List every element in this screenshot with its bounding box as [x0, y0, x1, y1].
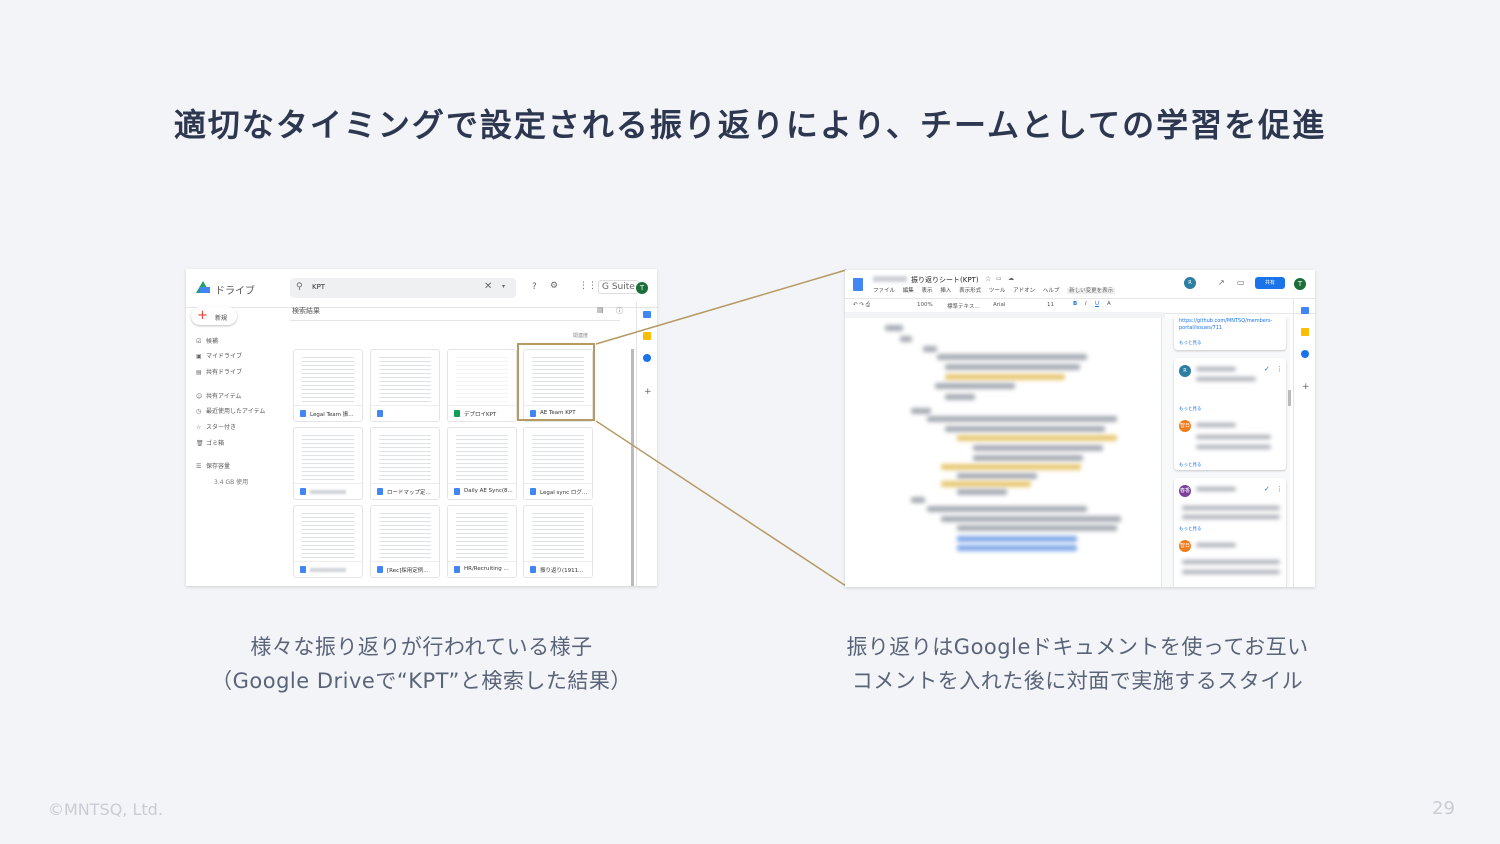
- collaborator-avatar[interactable]: R: [1184, 277, 1196, 289]
- more-link[interactable]: もっと見る: [1179, 526, 1202, 532]
- connector-line-bottom: [595, 420, 847, 587]
- bold-icon[interactable]: B: [1073, 301, 1077, 307]
- font-select[interactable]: Arial: [993, 302, 1005, 308]
- menu-addons[interactable]: アドオン: [1013, 288, 1035, 294]
- menu-help[interactable]: ヘルプ: [1043, 288, 1060, 294]
- blurred-prefix: [873, 276, 907, 282]
- menu-tools[interactable]: ツール: [989, 288, 1006, 294]
- star-icon[interactable]: ☆: [985, 275, 991, 283]
- caption-left: 様々な振り返りが行われている様子 （Google Driveで“KPT”と検索し…: [186, 630, 657, 698]
- text-color-icon[interactable]: A: [1107, 301, 1111, 307]
- menu-format[interactable]: 表示形式: [959, 288, 981, 294]
- avatar: 智日: [1179, 540, 1191, 552]
- caption-right-line2: コメントを入れた後に対面で実施するスタイル: [851, 669, 1304, 693]
- comment-card[interactable]: https://github.com/MNTSQ/members-portal/…: [1174, 316, 1286, 350]
- comment-link[interactable]: https://github.com/MNTSQ/members-portal/…: [1179, 318, 1283, 332]
- comment-thread[interactable]: R ✓ ⋮ もっと見る 智日 もっと見る: [1174, 358, 1286, 470]
- scrollbar[interactable]: [1288, 390, 1291, 406]
- cloud-icon: ☁: [1008, 275, 1014, 282]
- style-select[interactable]: 標準テキス...: [947, 302, 980, 310]
- avatar[interactable]: T: [1294, 278, 1306, 290]
- copyright: ©MNTSQ, Ltd.: [48, 800, 163, 819]
- menu-view[interactable]: 表示: [922, 288, 933, 294]
- last-edit-link[interactable]: 新しい変更を表示: [1067, 288, 1116, 294]
- menu-bar: ファイル 編集 表示 挿入 表示形式 ツール アドオン ヘルプ 新しい変更を表示: [873, 286, 1121, 294]
- comments-pane: https://github.com/MNTSQ/members-portal/…: [1161, 316, 1290, 587]
- keep-icon[interactable]: [1301, 328, 1309, 336]
- menu-insert[interactable]: 挿入: [940, 288, 951, 294]
- comment-thread[interactable]: 春香 ✓ ⋮ もっと見る 智日: [1174, 478, 1286, 587]
- caption-left-line2: （Google Driveで“KPT”と検索した結果）: [211, 669, 632, 693]
- italic-icon[interactable]: I: [1085, 301, 1087, 307]
- connector-line-top: [595, 269, 847, 345]
- caption-right-line1: 振り返りはGoogleドキュメントを使ってお互い: [846, 635, 1309, 659]
- caption-left-line1: 様々な振り返りが行われている様子: [250, 635, 593, 659]
- resolve-check-icon[interactable]: ✓: [1264, 365, 1270, 373]
- docs-screenshot: 振り返りシート(KPT) ☆ ▭ ☁ ファイル 編集 表示 挿入 表示形式 ツー…: [845, 270, 1315, 587]
- undo-icon[interactable]: ↶ ↷ ⎙: [853, 302, 870, 309]
- calendar-icon[interactable]: [1301, 307, 1309, 314]
- avatar: R: [1179, 365, 1191, 377]
- side-panel: +: [1293, 298, 1315, 587]
- menu-file[interactable]: ファイル: [873, 288, 895, 294]
- more-options-icon[interactable]: ⋮: [1276, 365, 1283, 373]
- resolve-check-icon[interactable]: ✓: [1264, 485, 1270, 493]
- add-addon-icon[interactable]: +: [1302, 382, 1310, 392]
- activity-icon[interactable]: ↗: [1218, 278, 1225, 287]
- comment-icon[interactable]: ▭: [1237, 278, 1245, 287]
- avatar: 春香: [1179, 485, 1191, 497]
- underline-icon[interactable]: U: [1095, 301, 1099, 307]
- page-number: 29: [1432, 798, 1455, 819]
- font-size[interactable]: 11: [1047, 302, 1054, 308]
- doc-title[interactable]: 振り返りシート(KPT): [911, 275, 979, 285]
- share-button[interactable]: 共有: [1255, 277, 1285, 289]
- docs-logo-icon: [853, 278, 863, 291]
- menu-edit[interactable]: 編集: [903, 288, 914, 294]
- ruler: [845, 312, 1165, 318]
- more-link[interactable]: もっと見る: [1179, 340, 1202, 346]
- zoom-select[interactable]: 100%: [917, 302, 933, 308]
- avatar: 智日: [1179, 420, 1191, 432]
- more-options-icon[interactable]: ⋮: [1276, 485, 1283, 493]
- folder-icon[interactable]: ▭: [996, 275, 1002, 282]
- caption-right: 振り返りはGoogleドキュメントを使ってお互い コメントを入れた後に対面で実施…: [795, 630, 1360, 698]
- tasks-icon[interactable]: [1301, 350, 1309, 358]
- more-link[interactable]: もっと見る: [1179, 406, 1202, 412]
- more-link[interactable]: もっと見る: [1179, 462, 1202, 468]
